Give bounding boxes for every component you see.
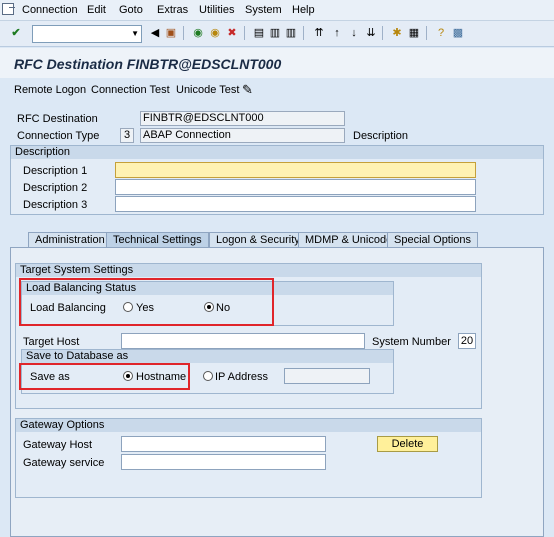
menu-edit[interactable]: Edit [87, 4, 106, 16]
target-host-input[interactable] [121, 333, 365, 349]
menu-system[interactable]: System [245, 4, 282, 16]
toolbar-separator [183, 26, 184, 40]
tab-mdmp-unicode[interactable]: MDMP & Unicode [298, 232, 400, 247]
rfc-destination-label: RFC Destination [17, 113, 98, 125]
command-field[interactable]: ▼ [32, 25, 142, 43]
tab-special-options[interactable]: Special Options [387, 232, 479, 247]
description2-label: Description 2 [23, 182, 88, 194]
description1-label: Description 1 [23, 165, 88, 177]
save-as-ip-radio[interactable] [203, 371, 213, 381]
system-number-label: System Number [372, 336, 451, 348]
description2-input[interactable] [115, 179, 476, 195]
ip-address-field[interactable] [284, 368, 370, 384]
menu-connection[interactable]: Connection [22, 4, 78, 16]
save-as-ip-label: IP Address [215, 371, 268, 383]
description3-label: Description 3 [23, 199, 88, 211]
first-page-icon[interactable]: ⇈ [312, 26, 326, 40]
last-page-icon[interactable]: ⇊ [364, 26, 378, 40]
gateway-options-title: Gateway Options [16, 419, 481, 432]
remote-logon-button[interactable]: Remote Logon [14, 84, 86, 96]
menu-bar: Connection Edit Goto Extras Utilities Sy… [0, 0, 554, 21]
cancel-icon[interactable]: ✖ [225, 26, 239, 40]
title-bar: RFC Destination FINBTR@EDSCLNT000 [0, 48, 554, 78]
target-host-label: Target Host [23, 336, 80, 348]
find-next-icon[interactable]: ▥ [284, 26, 298, 40]
tab-administration[interactable]: Administration [28, 232, 112, 247]
shortcut-icon[interactable]: ▦ [407, 26, 421, 40]
menu-help[interactable]: Help [292, 4, 315, 16]
toolbar-separator [303, 26, 304, 40]
check-icon[interactable]: ✔ [9, 26, 23, 40]
toolbar-separator [382, 26, 383, 40]
back-arrow-icon[interactable]: ◀ [148, 26, 162, 40]
toolbar-separator [426, 26, 427, 40]
exit-icon[interactable]: ◉ [208, 26, 222, 40]
help-icon[interactable]: ? [434, 26, 448, 40]
find-icon[interactable]: ▥ [268, 26, 282, 40]
next-page-icon[interactable]: ↓ [347, 26, 361, 40]
gateway-host-input[interactable] [121, 436, 326, 452]
description1-input[interactable] [115, 162, 476, 178]
sap-window-icon[interactable] [2, 3, 15, 15]
rfc-destination-field: FINBTR@EDSCLNT000 [140, 111, 345, 126]
gateway-service-input[interactable] [121, 454, 326, 470]
print-icon[interactable]: ▤ [252, 26, 266, 40]
back-icon[interactable]: ◉ [191, 26, 205, 40]
gateway-service-label: Gateway service [23, 457, 105, 469]
delete-button[interactable]: Delete [377, 436, 438, 452]
new-session-icon[interactable]: ✱ [390, 26, 404, 40]
target-system-title: Target System Settings [16, 264, 481, 277]
highlight-box-save-as [19, 363, 190, 390]
menu-goto[interactable]: Goto [119, 4, 143, 16]
connection-type-label: Connection Type [17, 130, 100, 142]
standard-toolbar: ✔ ▼ ◀ ▣ ◉ ◉ ✖ ▤ ▥ ▥ ⇈ ↑ ↓ ⇊ ✱ ▦ ? ▩ [0, 21, 554, 47]
menu-extras[interactable]: Extras [157, 4, 188, 16]
highlight-box-load-balancing [19, 278, 274, 326]
description3-input[interactable] [115, 196, 476, 212]
connection-test-button[interactable]: Connection Test [91, 84, 170, 96]
tab-logon-security[interactable]: Logon & Security [209, 232, 307, 247]
tab-technical-settings[interactable]: Technical Settings [106, 232, 209, 247]
page-title: RFC Destination FINBTR@EDSCLNT000 [14, 56, 282, 72]
save-icon[interactable]: ▣ [164, 26, 178, 40]
connection-type-code: 3 [120, 128, 134, 143]
pencil-icon[interactable]: ✎ [242, 82, 253, 98]
connection-type-field: ABAP Connection [140, 128, 345, 143]
unicode-test-button[interactable]: Unicode Test [176, 84, 239, 96]
save-to-database-title: Save to Database as [22, 350, 393, 363]
prev-page-icon[interactable]: ↑ [330, 26, 344, 40]
chevron-down-icon[interactable]: ▼ [131, 29, 139, 38]
toolbar-separator [244, 26, 245, 40]
application-toolbar: Remote Logon Connection Test Unicode Tes… [0, 79, 554, 101]
system-number-input[interactable]: 20 [458, 333, 476, 349]
connection-type-description: Description [353, 130, 409, 142]
layout-icon[interactable]: ▩ [451, 26, 465, 40]
gateway-host-label: Gateway Host [23, 439, 93, 451]
menu-utilities[interactable]: Utilities [199, 4, 234, 16]
description-section-title: Description [11, 146, 543, 159]
